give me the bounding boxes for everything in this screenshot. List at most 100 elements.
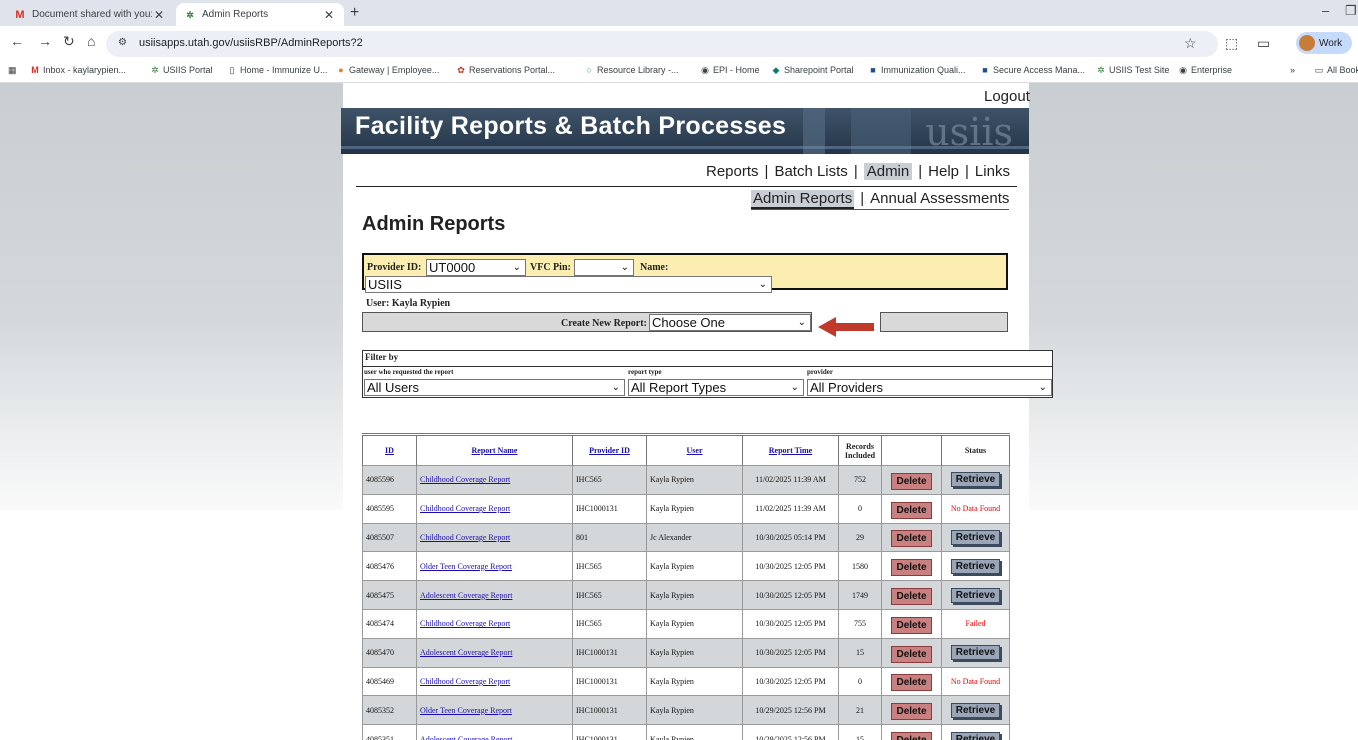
cell-id: 4085476 — [362, 551, 417, 582]
report-name-link[interactable]: Older Teen Coverage Report — [420, 706, 512, 715]
provider-id-select[interactable]: UT0000 ⌄ — [426, 259, 526, 276]
cell-report-name: Childhood Coverage Report — [416, 666, 573, 697]
delete-button[interactable]: Delete — [891, 703, 932, 721]
restore-icon[interactable]: ❐ — [1345, 3, 1357, 19]
all-bookmarks[interactable]: ▭All Bookm — [1314, 65, 1358, 76]
cell-action: Delete — [881, 551, 942, 582]
column-header-report-name[interactable]: Report Name — [416, 433, 573, 466]
report-name-link[interactable]: Childhood Coverage Report — [420, 475, 510, 484]
tab-gmail-document[interactable]: M Document shared with you: "U ✕ — [6, 3, 174, 26]
cell-provider-id: IHC1000131 — [572, 724, 647, 740]
close-icon[interactable]: ✕ — [152, 8, 166, 22]
delete-button[interactable]: Delete — [891, 674, 932, 692]
report-name-link[interactable]: Childhood Coverage Report — [420, 619, 510, 628]
subnav-annual-assessments[interactable]: Annual Assessments — [870, 190, 1009, 207]
create-report-bar-end — [880, 312, 1008, 332]
nav-reports[interactable]: Reports — [706, 163, 759, 180]
cell-id: 4085475 — [362, 580, 417, 610]
bookmark-item[interactable]: ◆ Sharepoint Portal — [771, 65, 854, 76]
chevron-down-icon: ⌄ — [611, 382, 620, 393]
delete-button[interactable]: Delete — [891, 559, 932, 577]
bookmark-item[interactable]: ■ Secure Access Mana... — [980, 65, 1085, 75]
apps-icon[interactable]: ▦ — [8, 65, 17, 76]
retrieve-button[interactable]: Retrieve — [950, 731, 1001, 740]
bookmark-item[interactable]: ○ Resource Library -... — [584, 65, 678, 75]
delete-button[interactable]: Delete — [891, 472, 932, 490]
nav-admin[interactable]: Admin — [863, 163, 913, 180]
bookmark-item[interactable]: ◉ Enterprise — [1178, 65, 1232, 76]
bookmark-item[interactable]: ● Gateway | Employee... — [336, 65, 439, 75]
nav-help[interactable]: Help — [928, 163, 959, 180]
close-icon[interactable]: ✕ — [322, 8, 336, 22]
forward-icon[interactable]: → — [38, 33, 52, 49]
bookmark-item[interactable]: ✿ Reservations Portal... — [456, 65, 555, 76]
minimize-icon[interactable]: – — [1322, 3, 1329, 18]
bookmark-item[interactable]: ■ Immunization Quali... — [868, 65, 965, 75]
retrieve-button[interactable]: Retrieve — [950, 645, 1001, 661]
name-value: USIIS — [368, 277, 402, 292]
provider-id-value: UT0000 — [429, 260, 476, 275]
report-name-link[interactable]: Adolescent Coverage Report — [420, 735, 512, 740]
profile-button[interactable]: Work — [1296, 32, 1352, 54]
vfc-pin-select[interactable]: ⌄ — [574, 259, 634, 276]
sort-name-link[interactable]: Report Name — [472, 446, 518, 455]
sort-user-link[interactable]: User — [687, 446, 703, 455]
extensions-icon[interactable]: ⬚ — [1225, 35, 1238, 52]
report-name-link[interactable]: Older Teen Coverage Report — [420, 562, 512, 571]
url-text[interactable]: usiisapps.utah.gov/usiisRBP/AdminReports… — [139, 37, 363, 49]
logout-link[interactable]: Logout — [984, 88, 1030, 105]
filter-type-select[interactable]: All Report Types ⌄ — [628, 379, 804, 396]
more-bookmarks-icon[interactable]: » — [1290, 65, 1295, 75]
status-text: Failed — [965, 619, 986, 629]
subnav-admin-reports[interactable]: Admin Reports — [751, 190, 855, 210]
bookmarks-bar: ▦ M Inbox - kaylarypien... ✲ USIIS Portal … — [0, 61, 1358, 83]
column-header-report-time[interactable]: Report Time — [742, 433, 839, 466]
back-icon[interactable]: ← — [10, 33, 24, 49]
cell-action: Delete — [881, 522, 942, 553]
column-header-user[interactable]: User — [646, 433, 743, 466]
retrieve-button[interactable]: Retrieve — [950, 558, 1001, 574]
retrieve-button[interactable]: Retrieve — [950, 529, 1001, 545]
bookmark-item[interactable]: ✲ USIIS Portal — [150, 65, 212, 76]
retrieve-button[interactable]: Retrieve — [950, 587, 1001, 603]
column-header-id[interactable]: ID — [362, 433, 417, 466]
delete-button[interactable]: Delete — [891, 732, 932, 740]
sort-time-link[interactable]: Report Time — [769, 446, 812, 455]
delete-button[interactable]: Delete — [891, 530, 932, 548]
delete-button[interactable]: Delete — [891, 616, 932, 634]
report-name-link[interactable]: Adolescent Coverage Report — [420, 591, 512, 600]
provider-selection-box: Provider ID: UT0000 ⌄ VFC Pin: ⌄ Name: US… — [362, 253, 1008, 293]
cell-provider-id: IHC1000131 — [572, 493, 647, 524]
sort-id-link[interactable]: ID — [385, 446, 394, 455]
column-header-provider-id[interactable]: Provider ID — [572, 433, 647, 466]
bookmark-item[interactable]: ▯ Home - Immunize U... — [227, 65, 328, 76]
retrieve-button[interactable]: Retrieve — [950, 702, 1001, 718]
delete-button[interactable]: Delete — [891, 645, 932, 663]
retrieve-button[interactable]: Retrieve — [950, 472, 1001, 488]
delete-button[interactable]: Delete — [891, 588, 932, 606]
report-name-link[interactable]: Childhood Coverage Report — [420, 677, 510, 686]
star-icon[interactable]: ☆ — [1184, 35, 1197, 52]
report-name-link[interactable]: Childhood Coverage Report — [420, 533, 510, 542]
nav-batch-lists[interactable]: Batch Lists — [774, 163, 847, 180]
filter-user-select[interactable]: All Users ⌄ — [364, 379, 625, 396]
sort-provider-link[interactable]: Provider ID — [589, 446, 630, 455]
filter-provider-select[interactable]: All Providers ⌄ — [807, 379, 1052, 396]
name-select[interactable]: USIIS ⌄ — [365, 276, 772, 293]
bookmark-item[interactable]: ◉ EPI - Home — [700, 65, 759, 76]
sidepanel-icon[interactable]: ▭ — [1257, 35, 1270, 52]
bookmark-item[interactable]: ✲ USIIS Test Site — [1096, 65, 1169, 76]
delete-button[interactable]: Delete — [891, 501, 932, 519]
new-tab-button[interactable]: + — [350, 3, 359, 23]
report-name-link[interactable]: Childhood Coverage Report — [420, 504, 510, 513]
site-info-icon[interactable]: ⚙ — [118, 37, 127, 48]
gmail-icon: M — [31, 65, 39, 75]
bookmark-item[interactable]: M Inbox - kaylarypien... — [30, 65, 126, 75]
home-icon[interactable]: ⌂ — [87, 33, 95, 49]
report-name-link[interactable]: Adolescent Coverage Report — [420, 648, 512, 657]
status-cell: Retrieve — [941, 724, 1010, 740]
create-report-select[interactable]: Choose One ⌄ — [649, 314, 811, 331]
tab-admin-reports[interactable]: ✲ Admin Reports ✕ — [176, 3, 344, 26]
reload-icon[interactable]: ↻ — [63, 33, 75, 50]
nav-links[interactable]: Links — [975, 163, 1010, 180]
